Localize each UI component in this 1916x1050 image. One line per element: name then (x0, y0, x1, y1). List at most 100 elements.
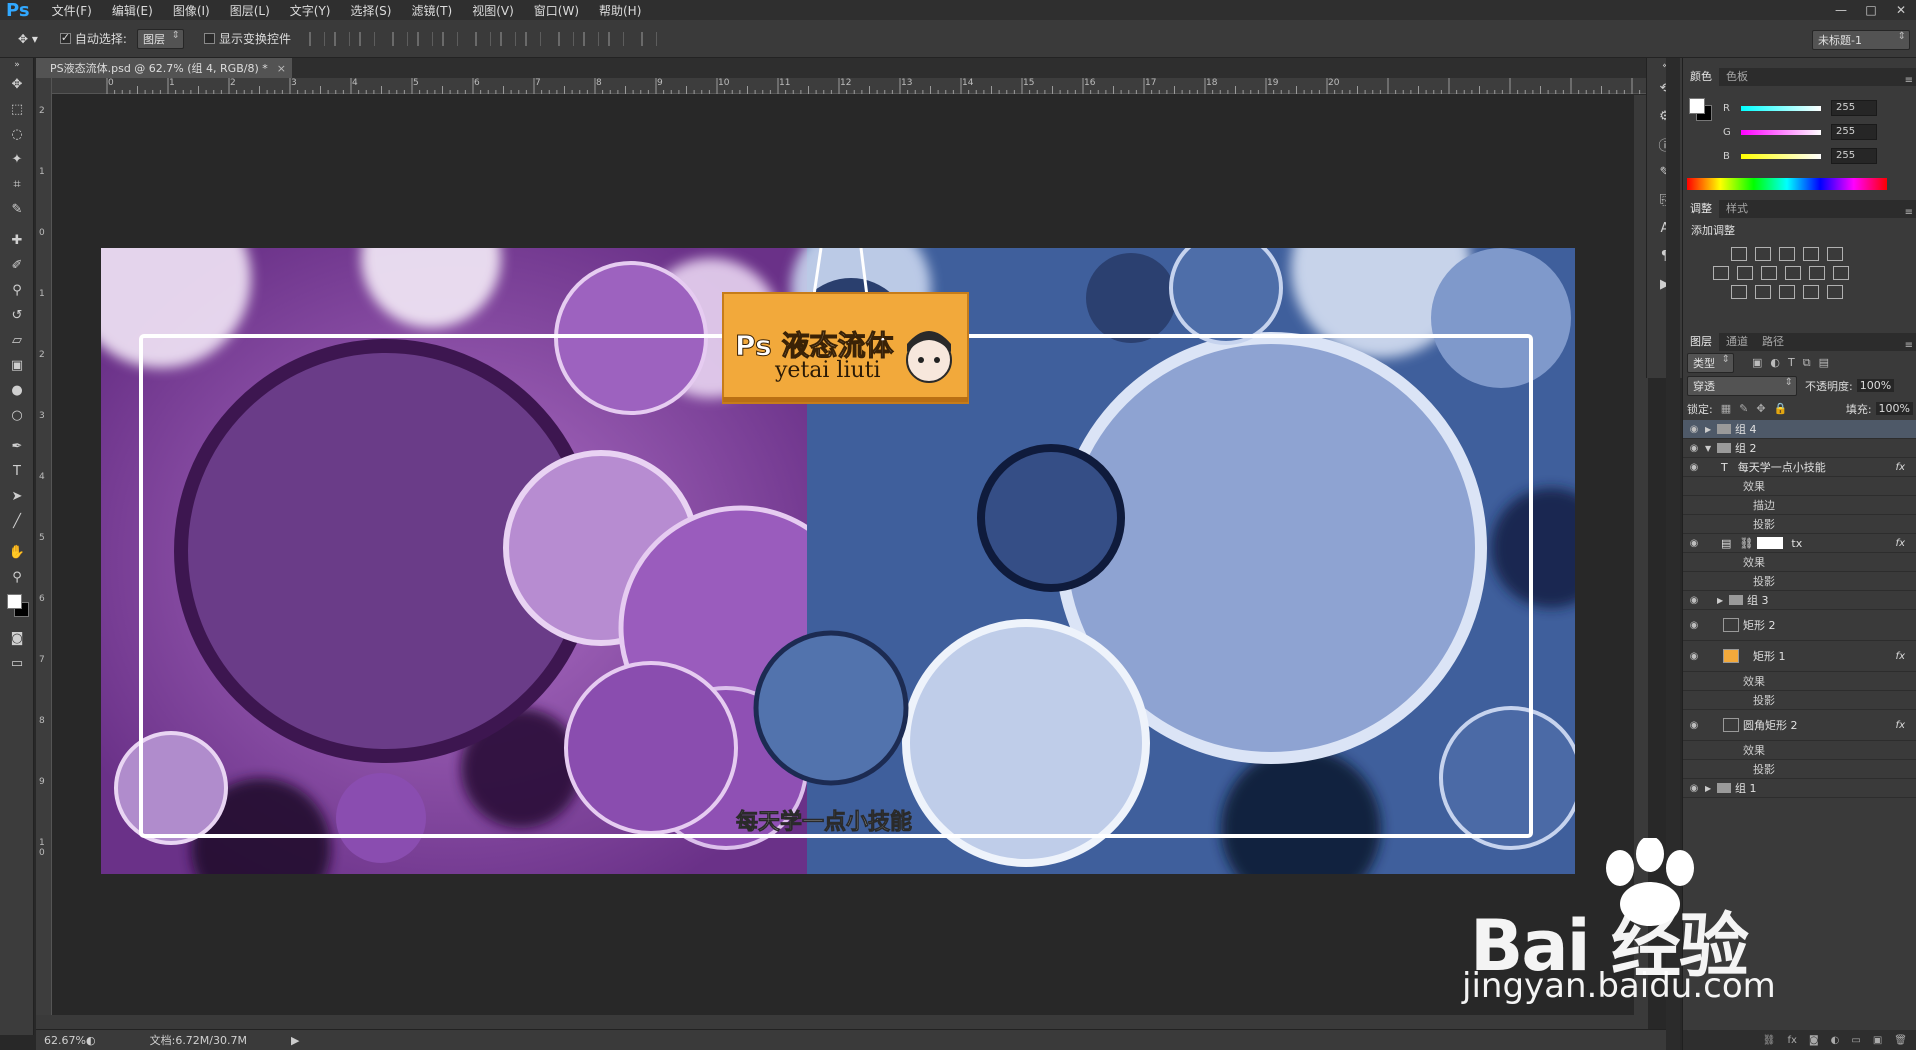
layer-effects[interactable]: 效果 (1683, 553, 1916, 572)
r-value[interactable]: 255 (1831, 100, 1877, 116)
distribute-hcenter-icon[interactable] (582, 31, 599, 46)
visibility-eye-icon[interactable]: ◉ (1683, 783, 1705, 794)
layer-group-1[interactable]: ◉ ▶ 组 1 (1683, 779, 1916, 798)
align-left-icon[interactable] (391, 31, 408, 46)
menu-file[interactable]: 文件(F) (42, 2, 102, 19)
visibility-eye-icon[interactable]: ◉ (1683, 720, 1705, 731)
path-select-icon[interactable]: ➤ (0, 484, 34, 509)
delete-layer-icon[interactable]: 🗑 (1894, 1035, 1907, 1046)
align-right-icon[interactable] (441, 31, 458, 46)
gradient-map-icon[interactable] (1827, 285, 1843, 299)
invert-icon[interactable] (1731, 285, 1747, 299)
align-vcenter-icon[interactable] (333, 31, 350, 46)
align-top-icon[interactable] (308, 31, 325, 46)
fill-value[interactable]: 100% (1875, 402, 1913, 415)
horizontal-scrollbar[interactable] (36, 1015, 1648, 1029)
visibility-eye-icon[interactable]: ◉ (1683, 620, 1705, 631)
foreground-color[interactable] (7, 594, 22, 609)
tab-paths[interactable]: 路径 (1755, 331, 1791, 351)
collapse-icon[interactable]: » (0, 58, 34, 72)
menu-help[interactable]: 帮助(H) (589, 2, 651, 19)
line-tool-icon[interactable]: ╱ (0, 509, 34, 534)
show-transform-checkbox[interactable]: 显示变换控件 (203, 30, 291, 47)
layer-text[interactable]: ◉ T 每天学一点小技能 fx (1683, 458, 1916, 477)
close-icon[interactable]: ✕ (1886, 0, 1916, 20)
link-layers-icon[interactable]: ⛓ (1763, 1035, 1776, 1046)
tab-channels[interactable]: 通道 (1719, 331, 1755, 351)
g-value[interactable]: 255 (1831, 124, 1877, 140)
dodge-tool-icon[interactable]: ○ (0, 403, 34, 428)
maximize-icon[interactable]: □ (1856, 0, 1886, 20)
layer-effects[interactable]: 效果 (1683, 741, 1916, 760)
expand-arrow-icon[interactable]: ▶ (1717, 596, 1727, 605)
workspace-dropdown[interactable]: 未标题-1 (1812, 30, 1910, 50)
posterize-icon[interactable] (1755, 285, 1771, 299)
tab-swatches[interactable]: 色板 (1719, 66, 1755, 86)
color-spectrum[interactable] (1687, 178, 1887, 190)
new-group-icon[interactable]: ▭ (1851, 1035, 1860, 1046)
status-info-icon[interactable]: ◐ (86, 1034, 96, 1047)
add-mask-icon[interactable]: ◙ (1809, 1035, 1819, 1046)
levels-icon[interactable] (1755, 247, 1771, 261)
fx-icon[interactable]: fx (1896, 720, 1905, 731)
pen-tool-icon[interactable]: ✒ (0, 434, 34, 459)
visibility-eye-icon[interactable]: ◉ (1683, 424, 1705, 435)
layer-effect-shadow[interactable]: 投影 (1683, 760, 1916, 779)
blend-mode-dropdown[interactable]: 穿透 (1687, 375, 1797, 396)
channel-mixer-icon[interactable] (1809, 266, 1825, 280)
visibility-eye-icon[interactable]: ◉ (1683, 462, 1705, 473)
auto-select-dropdown[interactable]: 图层 (136, 28, 184, 49)
menu-layer[interactable]: 图层(L) (220, 2, 280, 19)
crop-tool-icon[interactable]: ⌗ (0, 172, 34, 197)
auto-align-icon[interactable] (640, 31, 657, 46)
lasso-tool-icon[interactable]: ◌ (0, 122, 34, 147)
layer-rect-2[interactable]: ◉ 矩形 2 (1683, 610, 1916, 641)
align-hcenter-icon[interactable] (416, 31, 433, 46)
panel-menu-icon[interactable]: ≡ (1905, 75, 1913, 86)
layer-group-2[interactable]: ◉ ▼ 组 2 (1683, 439, 1916, 458)
fg-bg-swatch[interactable] (1689, 98, 1712, 121)
visibility-eye-icon[interactable]: ◉ (1683, 595, 1705, 606)
fx-icon[interactable]: fx (1896, 462, 1905, 473)
visibility-eye-icon[interactable]: ◉ (1683, 443, 1705, 454)
layer-effect-shadow[interactable]: 投影 (1683, 572, 1916, 591)
collapse-arrow-icon[interactable]: ▼ (1705, 444, 1715, 453)
lock-icons[interactable]: ▦✎✥🔒 (1721, 402, 1796, 415)
menu-type[interactable]: 文字(Y) (280, 2, 341, 19)
new-adjustment-icon[interactable]: ◐ (1831, 1035, 1840, 1046)
tab-layers[interactable]: 图层 (1683, 331, 1719, 351)
layer-effect-stroke[interactable]: 描边 (1683, 496, 1916, 515)
minimize-icon[interactable]: — (1826, 0, 1856, 20)
quick-mask-icon[interactable]: ◙ (0, 626, 34, 651)
zoom-level[interactable]: 62.67% (36, 1034, 86, 1047)
auto-select-checkbox[interactable]: 自动选择: (59, 30, 127, 47)
opacity-value[interactable]: 100% (1856, 379, 1895, 392)
exposure-icon[interactable] (1803, 247, 1819, 261)
b-value[interactable]: 255 (1831, 148, 1877, 164)
hue-saturation-icon[interactable] (1713, 266, 1729, 280)
color-balance-icon[interactable] (1737, 266, 1753, 280)
healing-brush-icon[interactable]: ✚ (0, 228, 34, 253)
curves-icon[interactable] (1779, 247, 1795, 261)
menu-window[interactable]: 窗口(W) (524, 2, 589, 19)
layer-rounded-rect-2[interactable]: ◉ 圆角矩形 2 fx (1683, 710, 1916, 741)
layer-effects[interactable]: 效果 (1683, 477, 1916, 496)
eyedropper-icon[interactable]: ✎ (0, 197, 34, 222)
magic-wand-icon[interactable]: ✦ (0, 147, 34, 172)
align-bottom-icon[interactable] (358, 31, 375, 46)
distribute-right-icon[interactable] (607, 31, 624, 46)
distribute-bottom-icon[interactable] (524, 31, 541, 46)
tab-styles[interactable]: 样式 (1719, 198, 1755, 218)
foreground-swatch[interactable] (1689, 98, 1705, 114)
visibility-eye-icon[interactable]: ◉ (1683, 538, 1705, 549)
threshold-icon[interactable] (1779, 285, 1795, 299)
layer-group-4[interactable]: ◉ ▶ 组 4 (1683, 420, 1916, 439)
black-white-icon[interactable] (1761, 266, 1777, 280)
filter-icons[interactable]: ▣◐T⧉▤ (1752, 356, 1837, 370)
expand-arrow-icon[interactable]: ▶ (1705, 784, 1715, 793)
canvas-area[interactable]: Ps 液态流体 yetai liuti 每天学一点小技能 (53, 95, 1664, 1015)
document-tab[interactable]: PS液态流体.psd @ 62.7% (组 4, RGB/8) * × (36, 58, 292, 78)
r-slider[interactable] (1741, 105, 1821, 111)
move-tool-icon[interactable]: ✥ (0, 72, 34, 97)
clone-stamp-icon[interactable]: ⚲ (0, 278, 34, 303)
